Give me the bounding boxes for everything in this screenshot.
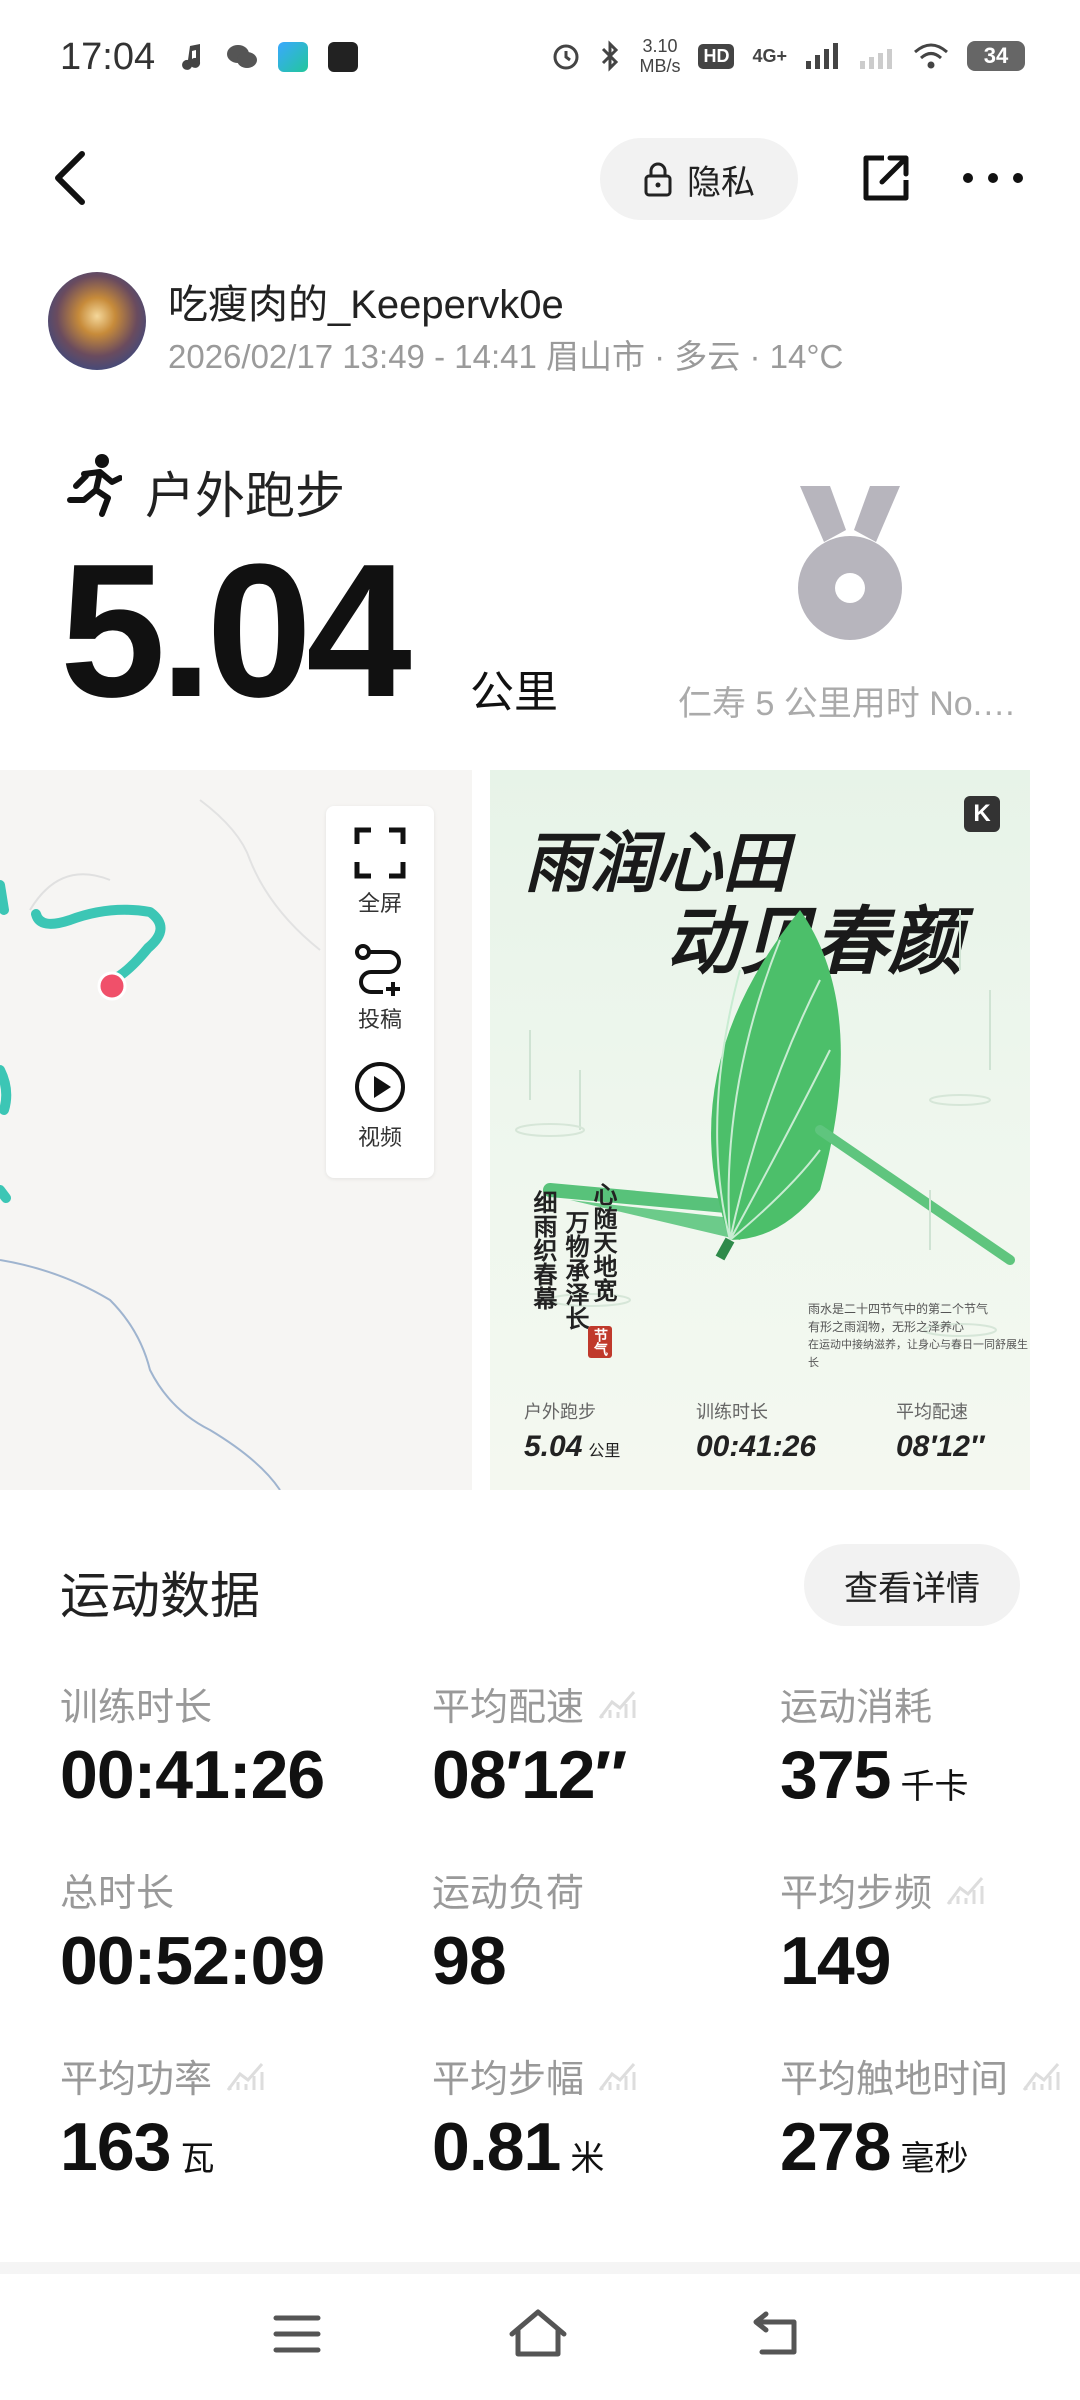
- stat-label: 训练时长: [60, 1687, 213, 1729]
- poster-stat-1-value: 5.04 公里: [524, 1430, 621, 1463]
- poster-note-1: 雨水是二十四节气中的第二个节气: [808, 1302, 989, 1316]
- stat-value: 278 毫秒: [780, 2109, 969, 2185]
- stat-value: 0.81 米: [432, 2109, 605, 2185]
- stat-value: 98: [432, 1923, 507, 1999]
- section-title: 运动数据: [60, 1568, 260, 1624]
- poem-line-2: 万物承泽长: [561, 1210, 590, 1330]
- poster-note-2: 有形之雨润物，无形之泽养心: [808, 1320, 965, 1334]
- signal-label: 4G+: [752, 45, 787, 66]
- hd-badge: HD: [698, 43, 735, 69]
- distance-unit: 公里: [470, 668, 558, 717]
- stat-label[interactable]: 平均步频: [780, 1862, 986, 1917]
- stat-value: 08′12″: [432, 1737, 627, 1813]
- stat-label: 总时长: [60, 1873, 175, 1915]
- stat-label[interactable]: 平均配速: [432, 1676, 638, 1731]
- poster-stat-2-value: 00:41:26: [696, 1430, 817, 1463]
- stat-value: 00:41:26: [60, 1737, 325, 1813]
- trend-chart-icon: [946, 1876, 984, 1905]
- trend-chart-icon: [598, 2062, 636, 2091]
- stat-label: 运动消耗: [780, 1687, 933, 1729]
- trend-chart-icon: [1022, 2062, 1060, 2091]
- status-time: 17:04: [60, 36, 156, 78]
- soul-app-icon: [328, 42, 358, 72]
- umbrella-illustration: [515, 910, 1015, 1337]
- route-end-point: [97, 971, 127, 1001]
- poem-line-3: 细雨织春幕: [529, 1190, 558, 1310]
- battery-indicator: 34: [967, 41, 1025, 71]
- poster-stat-2-label: 训练时长: [696, 1402, 768, 1422]
- avatar[interactable]: [48, 272, 146, 370]
- more-icon[interactable]: [960, 158, 1026, 198]
- stat-value: 149: [780, 1923, 891, 1999]
- stat-value: 375 千卡: [780, 1737, 969, 1813]
- medal-icon[interactable]: [790, 486, 910, 646]
- fullscreen-label: 全屏: [357, 891, 402, 916]
- solar-term-poster[interactable]: K 雨润心田 动见春颜 心随天地宽 万物承泽长 细雨织春幕 节气 雨水是二十四节…: [490, 770, 1030, 1490]
- stat-value: 163 瓦: [60, 2109, 215, 2185]
- menu-icon[interactable]: [272, 2312, 322, 2356]
- view-details-button[interactable]: 查看详情: [804, 1544, 1020, 1626]
- signal-2-icon: [860, 49, 892, 69]
- home-icon[interactable]: [508, 2308, 568, 2358]
- trend-chart-icon: [598, 1690, 636, 1719]
- seal-stamp: 节气: [588, 1326, 612, 1358]
- map-tools-panel: 全屏 投稿 视频: [326, 806, 434, 1178]
- fullscreen-button[interactable]: 全屏: [326, 826, 434, 918]
- poster-stat-3-value: 08′12″: [896, 1430, 985, 1463]
- share-icon[interactable]: [858, 150, 914, 206]
- route-line-left: [0, 880, 12, 1203]
- system-nav-bar: [0, 2274, 1080, 2400]
- stat-label[interactable]: 平均步幅: [432, 2048, 638, 2103]
- back-icon[interactable]: [50, 148, 90, 208]
- poster-note-3: 在运动中接纳滋养，让身心与春日一同舒展生长: [808, 1339, 1028, 1369]
- medal-caption[interactable]: 仁寿 5 公里用时 No.…: [678, 676, 1038, 725]
- status-right: 3.10 MB/s HD 4G+ 34: [551, 36, 1025, 76]
- back-nav-icon[interactable]: [752, 2310, 802, 2356]
- status-app-icons: [180, 42, 358, 72]
- app-icon-blue: [278, 42, 308, 72]
- submit-label: 投稿: [357, 1007, 402, 1032]
- username[interactable]: 吃瘦肉的_Keepervk0e: [168, 272, 564, 330]
- bluetooth-icon: [602, 40, 619, 72]
- route-line: [31, 904, 166, 988]
- lock-icon: [644, 162, 672, 197]
- stat-label: 运动负荷: [432, 1873, 585, 1915]
- video-label: 视频: [357, 1125, 402, 1150]
- submit-button[interactable]: 投稿: [326, 942, 434, 1034]
- stat-label[interactable]: 平均功率: [60, 2048, 266, 2103]
- privacy-label: 隐私: [687, 163, 755, 202]
- privacy-button[interactable]: 隐私: [600, 138, 798, 220]
- workout-type: 户外跑步: [145, 468, 345, 524]
- distance-value: 5.04: [60, 525, 412, 737]
- route-submit-icon: [355, 944, 401, 996]
- trend-chart-icon: [226, 2062, 264, 2091]
- running-icon: [67, 454, 122, 517]
- stat-label[interactable]: 平均触地时间: [780, 2048, 1062, 2103]
- play-icon: [355, 1062, 405, 1112]
- music-icon: [182, 44, 201, 70]
- stat-value: 00:52:09: [60, 1923, 325, 1999]
- fullscreen-icon: [354, 827, 406, 879]
- video-button[interactable]: 视频: [326, 1060, 434, 1152]
- alarm-icon: [553, 44, 579, 70]
- net-speed: 3.10 MB/s: [639, 36, 681, 76]
- poster-stat-3-label: 平均配速: [896, 1402, 968, 1422]
- wechat-icon: [227, 45, 257, 68]
- section-divider: [0, 2262, 1080, 2274]
- poster-stat-1-label: 户外跑步: [524, 1402, 596, 1422]
- wifi-icon: [914, 43, 948, 69]
- signal-icon: [806, 43, 838, 69]
- workout-meta: 2026/02/17 13:49 - 14:41 眉山市 · 多云 · 14°C: [168, 338, 844, 375]
